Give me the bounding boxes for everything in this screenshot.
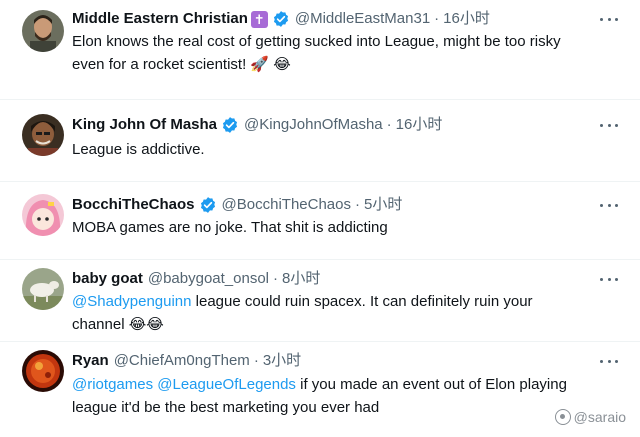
author-handle[interactable]: @babygoat_onsol — [148, 268, 269, 290]
reply-header: Ryan @ChiefAm0ngThem · 3小时 — [72, 350, 301, 372]
avatar[interactable] — [22, 194, 64, 236]
more-options-icon[interactable] — [600, 270, 618, 288]
reply-header: baby goat @babygoat_onsol · 8小时 — [72, 268, 320, 290]
mention-link[interactable]: @LeagueOfLegends — [157, 376, 296, 393]
avatar[interactable] — [22, 10, 64, 52]
watermark: @saraio — [554, 409, 626, 425]
avatar[interactable] — [22, 268, 64, 310]
watermark-text: @saraio — [573, 409, 626, 425]
mention-link[interactable]: @riotgames — [72, 376, 153, 393]
author-name[interactable]: Middle Eastern Christian — [72, 8, 248, 30]
separator-dot: · — [273, 270, 278, 287]
avatar[interactable] — [22, 350, 64, 392]
timestamp[interactable]: 16小时 — [443, 8, 490, 30]
emoji: 😂😂 — [128, 316, 164, 333]
reply-text-content: League is addictive. — [72, 141, 205, 158]
more-options-icon[interactable] — [600, 116, 618, 134]
reply-text: MOBA games are no joke. That shit is add… — [72, 216, 572, 239]
reply-header: BocchiTheChaos @BocchiTheChaos · 5小时 — [72, 194, 402, 216]
author-handle[interactable]: @MiddleEastMan31 — [295, 8, 430, 30]
reply-text: @Shadypenguinn league could ruin spacex.… — [72, 290, 572, 336]
watermark-logo-icon — [554, 409, 571, 425]
reply-header: King John Of Masha @KingJohnOfMasha · 16… — [72, 114, 442, 136]
verified-badge-icon — [199, 196, 217, 214]
separator-dot: · — [355, 196, 360, 213]
more-options-icon[interactable] — [600, 352, 618, 370]
more-options-icon[interactable] — [600, 196, 618, 214]
avatar[interactable] — [22, 114, 64, 156]
separator-dot: · — [253, 352, 259, 369]
author-handle[interactable]: @ChiefAm0ngThem — [114, 350, 250, 372]
reply-item[interactable]: Ryan @ChiefAm0ngThem · 3小时 @riotgames @L… — [0, 342, 640, 437]
reply-item[interactable]: BocchiTheChaos @BocchiTheChaos · 5小时 MOB… — [0, 182, 640, 260]
separator-dot: · — [434, 10, 440, 27]
reply-text: Elon knows the real cost of getting suck… — [72, 30, 572, 76]
reply-text-content: MOBA games are no joke. That shit is add… — [72, 219, 388, 236]
emoji: 🚀 😂 — [250, 56, 291, 73]
verified-badge-icon — [272, 10, 290, 28]
timestamp[interactable]: 8小时 — [282, 268, 320, 290]
more-options-icon[interactable] — [600, 10, 618, 28]
author-handle[interactable]: @BocchiTheChaos — [222, 194, 351, 216]
timestamp[interactable]: 16小时 — [396, 114, 443, 136]
author-name[interactable]: baby goat — [72, 268, 143, 290]
reply-item[interactable]: Middle Eastern Christian ✝ @MiddleEastMa… — [0, 0, 640, 100]
timestamp[interactable]: 5小时 — [364, 194, 402, 216]
reply-text: @riotgames @LeagueOfLegends if you made … — [72, 373, 572, 419]
author-name[interactable]: King John Of Masha — [72, 114, 217, 136]
author-name[interactable]: BocchiTheChaos — [72, 194, 195, 216]
timestamp[interactable]: 3小时 — [263, 350, 301, 372]
mention-link[interactable]: @Shadypenguinn — [72, 293, 192, 310]
reply-item[interactable]: baby goat @babygoat_onsol · 8小时 @Shadype… — [0, 260, 640, 342]
reply-item[interactable]: King John Of Masha @KingJohnOfMasha · 16… — [0, 100, 640, 182]
separator-dot: · — [386, 116, 392, 133]
cross-badge-icon: ✝ — [250, 10, 268, 28]
reply-text: League is addictive. — [72, 138, 572, 161]
verified-badge-icon — [221, 116, 239, 134]
author-name[interactable]: Ryan — [72, 350, 109, 372]
author-handle[interactable]: @KingJohnOfMasha — [244, 114, 383, 136]
reply-header: Middle Eastern Christian ✝ @MiddleEastMa… — [72, 8, 490, 30]
reply-text-content: Elon knows the real cost of getting suck… — [72, 33, 561, 73]
